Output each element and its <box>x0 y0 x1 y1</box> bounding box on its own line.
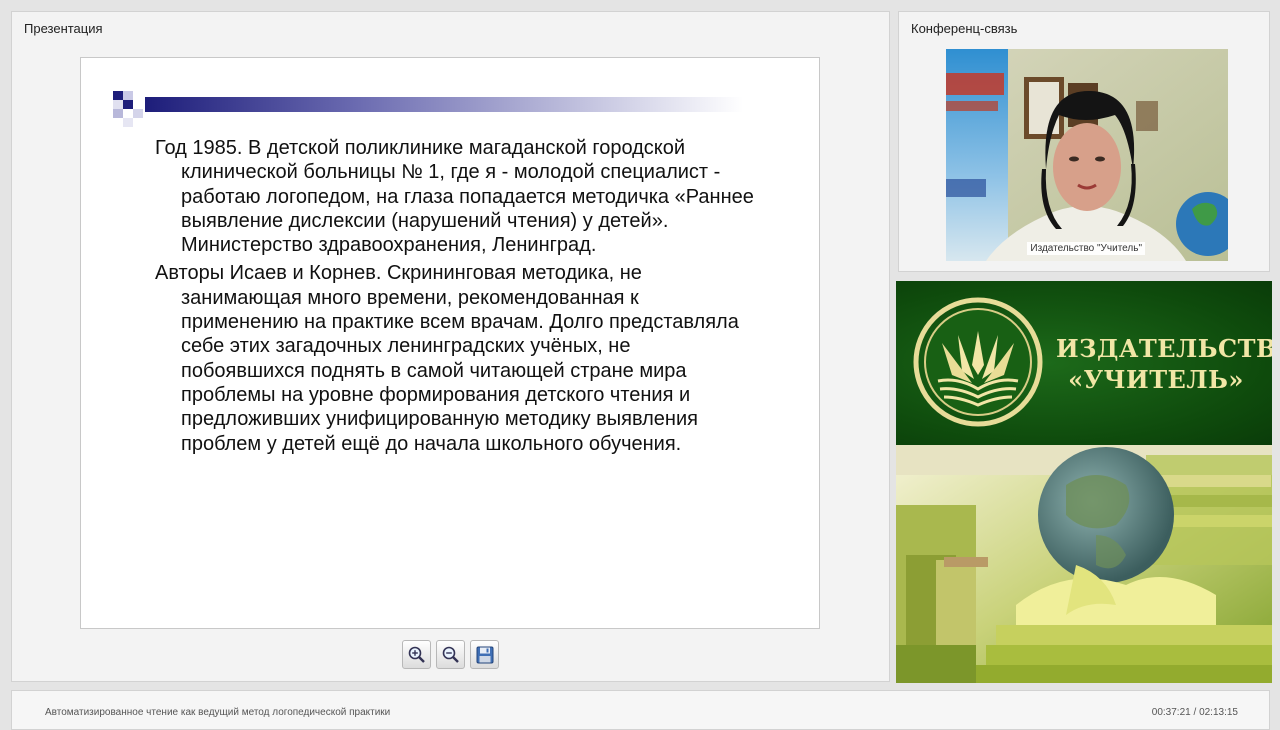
player-bottom-bar: Автоматизированное чтение как ведущий ме… <box>11 690 1270 730</box>
publisher-name: ИЗДАТЕЛЬСТВО «УЧИТЕЛЬ» <box>1056 333 1272 395</box>
books-globe-image <box>896 445 1272 683</box>
publisher-banner-top: ИЗДАТЕЛЬСТВО «УЧИТЕЛЬ» <box>896 281 1272 445</box>
conference-panel: Конференц-связь Издательство "Учитель" <box>898 11 1270 272</box>
current-time: 00:37:21 <box>1151 707 1191 718</box>
slide-text: Год 1985. В детской поликлинике магаданс… <box>155 136 755 460</box>
presentation-panel-title: Презентация <box>24 21 103 36</box>
publisher-name-line1: ИЗДАТЕЛЬСТВО <box>1056 334 1272 363</box>
publisher-name-line2: «УЧИТЕЛЬ» <box>1068 365 1244 394</box>
zoom-in-button[interactable] <box>402 640 431 669</box>
slide-paragraph: Год 1985. В детской поликлинике магаданс… <box>155 137 754 257</box>
playback-time: 00:37:21 / 02:13:15 <box>1152 707 1238 718</box>
publisher-banner: ИЗДАТЕЛЬСТВО «УЧИТЕЛЬ» <box>896 281 1272 683</box>
lecture-title: Автоматизированное чтение как ведущий ме… <box>45 707 391 718</box>
total-time: 02:13:15 <box>1199 707 1238 718</box>
publisher-logo-icon <box>913 297 1043 427</box>
webcam-video: Издательство "Учитель" <box>946 49 1228 261</box>
slide-paragraph: Авторы Исаев и Корнев. Скрининговая мето… <box>155 262 739 455</box>
floppy-disk-icon <box>476 646 494 664</box>
zoom-in-icon <box>408 646 425 663</box>
participant-name-label: Издательство "Учитель" <box>1027 242 1145 255</box>
zoom-out-icon <box>442 646 459 663</box>
books-globe-illustration <box>896 445 1272 683</box>
speaker-video-frame <box>946 49 1228 261</box>
conference-panel-title: Конференц-связь <box>911 21 1018 36</box>
presentation-slide: Год 1985. В детской поликлинике магаданс… <box>80 57 820 629</box>
slide-header-decoration <box>113 91 743 127</box>
time-separator: / <box>1190 707 1200 718</box>
zoom-out-button[interactable] <box>436 640 465 669</box>
presentation-panel: Презентация Год 1985. В детской поликлин… <box>11 11 890 682</box>
save-button[interactable] <box>470 640 499 669</box>
